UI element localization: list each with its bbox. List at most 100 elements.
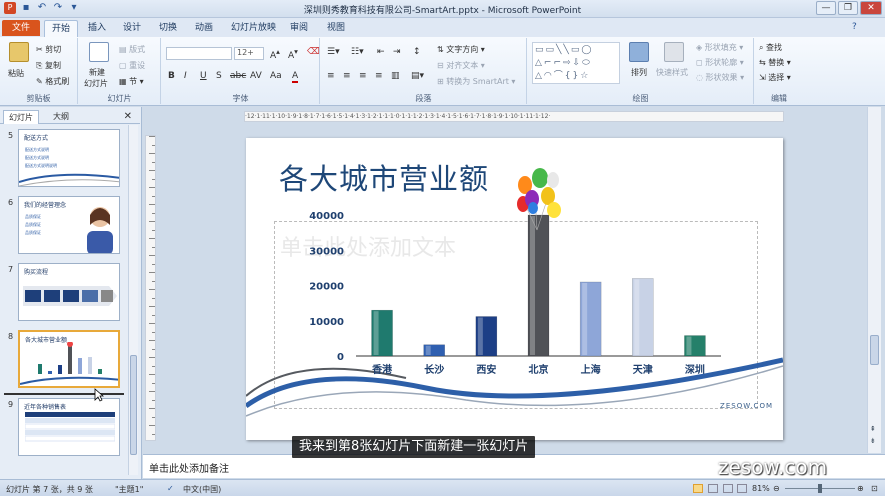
align-center-icon[interactable]: ≡ xyxy=(343,71,351,81)
strikethrough-button[interactable]: abc xyxy=(230,71,246,81)
bold-button[interactable]: B xyxy=(168,71,175,81)
normal-view-icon[interactable] xyxy=(693,484,703,493)
quick-styles-icon[interactable] xyxy=(664,42,684,62)
vertical-ruler[interactable] xyxy=(145,135,156,441)
panel-scroll-thumb[interactable] xyxy=(130,355,137,455)
line-spacing-icon[interactable]: ↕ xyxy=(413,47,421,57)
tab-outline[interactable]: 大纲 xyxy=(48,110,74,124)
reading-view-icon[interactable] xyxy=(723,484,733,493)
slide-thumbnail-6[interactable]: 6 我们的经营理念 品质保证 品质保证 品质保证 xyxy=(0,196,125,256)
prev-slide-icon[interactable]: ⇞ xyxy=(870,425,876,433)
paste-button[interactable]: 粘贴 xyxy=(8,68,24,79)
slides-panel: 幻灯片 大纲 ✕ 5 配送方式 配送方式说明 配送方式说明 配送方式说明说明 6… xyxy=(0,107,142,479)
replace-label: 替换 xyxy=(768,58,785,67)
thumb-title: 购买流程 xyxy=(24,269,49,276)
slide-thumbnail-9[interactable]: 9 近年各种销售表 xyxy=(0,398,125,458)
tab-home[interactable]: 开始 xyxy=(44,20,79,37)
next-slide-icon[interactable]: ⇟ xyxy=(870,437,876,445)
tab-animations[interactable]: 动画 xyxy=(188,20,220,37)
panel-scrollbar[interactable] xyxy=(128,125,138,475)
slideshow-view-icon[interactable] xyxy=(737,484,747,493)
spellcheck-icon[interactable]: ✓ xyxy=(167,484,174,493)
shape-outline-button[interactable]: ◻ 形状轮廓 ▾ xyxy=(696,57,744,68)
notes-placeholder[interactable]: 单击此处添加备注 xyxy=(149,460,229,475)
quick-styles-button[interactable]: 快速样式 xyxy=(656,67,688,78)
shrink-font-icon[interactable]: A▾ xyxy=(288,47,298,61)
shadow-button[interactable]: S xyxy=(216,71,222,81)
tab-insert[interactable]: 插入 xyxy=(81,20,113,37)
sorter-view-icon[interactable] xyxy=(708,484,718,493)
zoom-in-icon[interactable]: ⊕ xyxy=(857,484,864,493)
tab-slideshow[interactable]: 幻灯片放映 xyxy=(224,20,283,37)
layout-button[interactable]: ▤ 版式 xyxy=(119,44,145,55)
font-color-button[interactable]: A xyxy=(292,71,299,83)
copy-button[interactable]: ⎘ 复制 xyxy=(36,60,61,71)
horizontal-ruler[interactable]: ·12·1·11·1·10·1·9·1·8·1·7·1·6·1·5·1·4·1·… xyxy=(244,111,784,122)
text-direction-button[interactable]: ⇅ 文字方向 ▾ xyxy=(437,44,485,55)
fit-window-icon[interactable]: ⊡ xyxy=(871,484,878,493)
restore-button[interactable]: ❐ xyxy=(838,1,858,15)
thumb-line: 品质保证 xyxy=(25,222,41,227)
close-panel-button[interactable]: ✕ xyxy=(124,111,132,122)
editor-scrollbar[interactable]: ⇞ ⇟ xyxy=(867,107,881,453)
bar-highlight xyxy=(582,282,588,355)
find-button[interactable]: ⌕ 查找 xyxy=(759,42,782,53)
close-button[interactable]: ✕ xyxy=(860,1,882,15)
replace-button[interactable]: ⇆ 替换 ▾ xyxy=(759,57,791,68)
thumb-line: 配送方式说明 xyxy=(25,147,49,152)
shape-fill-button[interactable]: ◈ 形状填充 ▾ xyxy=(696,42,743,53)
minimize-button[interactable]: — xyxy=(816,1,836,15)
grow-font-icon[interactable]: A▴ xyxy=(270,47,280,61)
slide-canvas[interactable]: 单击此处添加文本 各大城市营业额 0 10000 20000 30000 40000 香… xyxy=(246,138,783,440)
ruler-tick xyxy=(149,374,155,375)
font-family-combo[interactable] xyxy=(166,47,232,60)
tab-file[interactable]: 文件 xyxy=(2,20,40,36)
shape-effects-button[interactable]: ◌ 形状效果 ▾ xyxy=(696,72,744,83)
arrange-icon[interactable] xyxy=(629,42,649,62)
columns-icon[interactable]: ▤▾ xyxy=(411,71,424,81)
section-button[interactable]: ▦ 节 ▾ xyxy=(119,76,144,87)
tab-review[interactable]: 审阅 xyxy=(283,20,315,37)
font-size-combo[interactable]: 12+ xyxy=(234,47,264,60)
distribute-icon[interactable]: ▥ xyxy=(391,71,400,81)
align-text-button[interactable]: ⊟ 对齐文本 ▾ xyxy=(437,60,485,71)
new-slide-icon[interactable] xyxy=(89,42,109,62)
format-painter-button[interactable]: ✎ 格式刷 xyxy=(36,76,69,87)
paste-icon[interactable] xyxy=(9,42,29,62)
tab-transitions[interactable]: 切换 xyxy=(152,20,184,37)
editor-scroll-thumb[interactable] xyxy=(870,335,879,365)
shapes-gallery[interactable]: ▭▭╲╲▭◯ △⌐⌐⇨⇩⬭ △◠⌒{}☆ xyxy=(532,42,620,84)
y-tick-label: 30000 xyxy=(309,246,344,257)
decrease-indent-icon[interactable]: ⇤ xyxy=(377,47,385,57)
tab-view[interactable]: 视图 xyxy=(320,20,352,37)
bar-chart[interactable]: 0 10000 20000 30000 40000 香港 长沙 西安 北京 上海 天津 深圳 xyxy=(246,138,783,440)
cut-button[interactable]: ✂ 剪切 xyxy=(36,44,61,55)
zoom-slider-thumb[interactable] xyxy=(818,484,822,493)
zoom-out-icon[interactable]: ⊖ xyxy=(773,484,780,493)
zoom-level[interactable]: 81% xyxy=(752,484,770,493)
char-spacing-button[interactable]: AV xyxy=(250,71,262,81)
align-right-icon[interactable]: ≡ xyxy=(359,71,367,81)
numbering-icon[interactable]: ☷▾ xyxy=(351,47,364,57)
tab-slides[interactable]: 幻灯片 xyxy=(3,110,39,124)
help-icon[interactable]: ? xyxy=(852,22,857,32)
window-title: 深圳则秀教育科技有限公司-SmartArt.pptx - Microsoft P… xyxy=(303,6,582,16)
reset-button[interactable]: ▢ 重设 xyxy=(119,60,145,71)
justify-icon[interactable]: ≡ xyxy=(375,71,383,81)
language[interactable]: 中文(中国) xyxy=(183,484,221,495)
increase-indent-icon[interactable]: ⇥ xyxy=(393,47,401,57)
italic-button[interactable]: I xyxy=(184,71,187,81)
clear-format-icon[interactable]: ⌫ xyxy=(307,47,320,57)
slide-thumbnail-5[interactable]: 5 配送方式 配送方式说明 配送方式说明 配送方式说明说明 xyxy=(0,129,125,189)
bullets-icon[interactable]: ☰▾ xyxy=(327,47,340,57)
arrange-button[interactable]: 排列 xyxy=(631,67,647,78)
underline-button[interactable]: U xyxy=(200,71,207,81)
new-slide-button[interactable]: 新建 xyxy=(89,67,105,78)
slide-thumbnail-7[interactable]: 7 购买流程 xyxy=(0,263,125,323)
slide-thumbnail-8[interactable]: 8 各大城市营业额 xyxy=(0,330,125,390)
convert-smartart-button[interactable]: ⊞ 转换为 SmartArt ▾ xyxy=(437,76,515,87)
change-case-button[interactable]: Aa xyxy=(270,71,282,81)
tab-design[interactable]: 设计 xyxy=(116,20,148,37)
select-button[interactable]: ⇲ 选择 ▾ xyxy=(759,72,791,83)
align-left-icon[interactable]: ≡ xyxy=(327,71,335,81)
